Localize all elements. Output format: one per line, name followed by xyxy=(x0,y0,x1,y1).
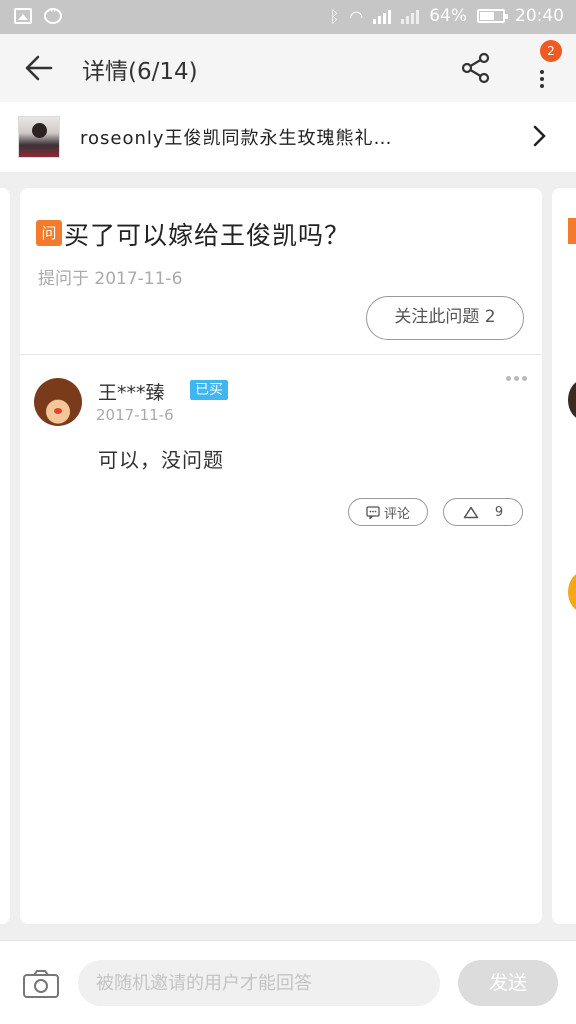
image-icon xyxy=(14,8,32,24)
question-tag-icon xyxy=(568,218,576,244)
product-name: roseonly王俊凯同款永生玫瑰熊礼… xyxy=(80,128,393,149)
question-date: 提问于 2017-11-6 xyxy=(38,269,183,289)
question-text: 买了可以嫁给王俊凯吗？ xyxy=(64,221,351,250)
like-button[interactable]: 9 xyxy=(443,498,523,526)
more-circle-icon xyxy=(44,4,62,24)
share-icon[interactable] xyxy=(460,52,492,84)
divider xyxy=(20,354,542,355)
status-left-icons xyxy=(14,4,62,24)
comment-label: 评论 xyxy=(383,506,410,522)
send-button[interactable]: 发送 xyxy=(458,960,558,1006)
battery-percent: 64% xyxy=(429,6,467,26)
bluetooth-icon: ᛒ xyxy=(329,6,340,26)
next-card-peek[interactable] xyxy=(552,188,576,924)
top-app-bar: 详情(6/14) xyxy=(0,34,576,102)
question-tag-icon: 问 xyxy=(36,220,62,246)
comment-button[interactable]: 评论 xyxy=(348,498,428,526)
product-thumbnail xyxy=(18,116,60,158)
status-bar: ᛒ ◠ 64% 20:40 xyxy=(0,0,576,34)
back-arrow-icon[interactable] xyxy=(24,54,54,82)
signal-icon xyxy=(373,8,392,24)
answer-input[interactable] xyxy=(78,960,440,1006)
notification-badge: 2 xyxy=(540,40,562,62)
battery-icon xyxy=(477,9,508,23)
follow-question-button[interactable]: 关注此问题 2 xyxy=(366,296,524,340)
product-link-row[interactable]: roseonly王俊凯同款永生玫瑰熊礼… xyxy=(0,102,576,172)
like-count: 9 xyxy=(494,504,504,520)
reply-bar: 发送 xyxy=(0,940,576,1024)
answerer-name: 王***臻 xyxy=(98,382,165,404)
answer-date: 2017-11-6 xyxy=(96,406,174,424)
question-card: 问 买了可以嫁给王俊凯吗？ 提问于 2017-11-6 关注此问题 2 王***… xyxy=(20,188,542,924)
avatar xyxy=(568,572,576,612)
avatar xyxy=(568,380,576,420)
signal-icon xyxy=(401,8,420,24)
bought-badge: 已买 xyxy=(190,380,228,400)
avatar[interactable] xyxy=(34,378,82,426)
chevron-right-icon xyxy=(532,124,548,148)
previous-card-peek[interactable] xyxy=(0,188,10,924)
triangle-up-icon xyxy=(463,506,479,518)
status-right-icons: ᛒ ◠ 64% 20:40 xyxy=(330,6,564,26)
comment-icon xyxy=(366,505,380,519)
clock: 20:40 xyxy=(515,6,564,26)
answer-text: 可以，没问题 xyxy=(98,448,224,472)
page-title: 详情(6/14) xyxy=(82,59,198,85)
wifi-icon: ◠ xyxy=(349,6,364,26)
camera-icon[interactable] xyxy=(22,969,60,999)
more-horizontal-icon[interactable] xyxy=(506,376,527,381)
